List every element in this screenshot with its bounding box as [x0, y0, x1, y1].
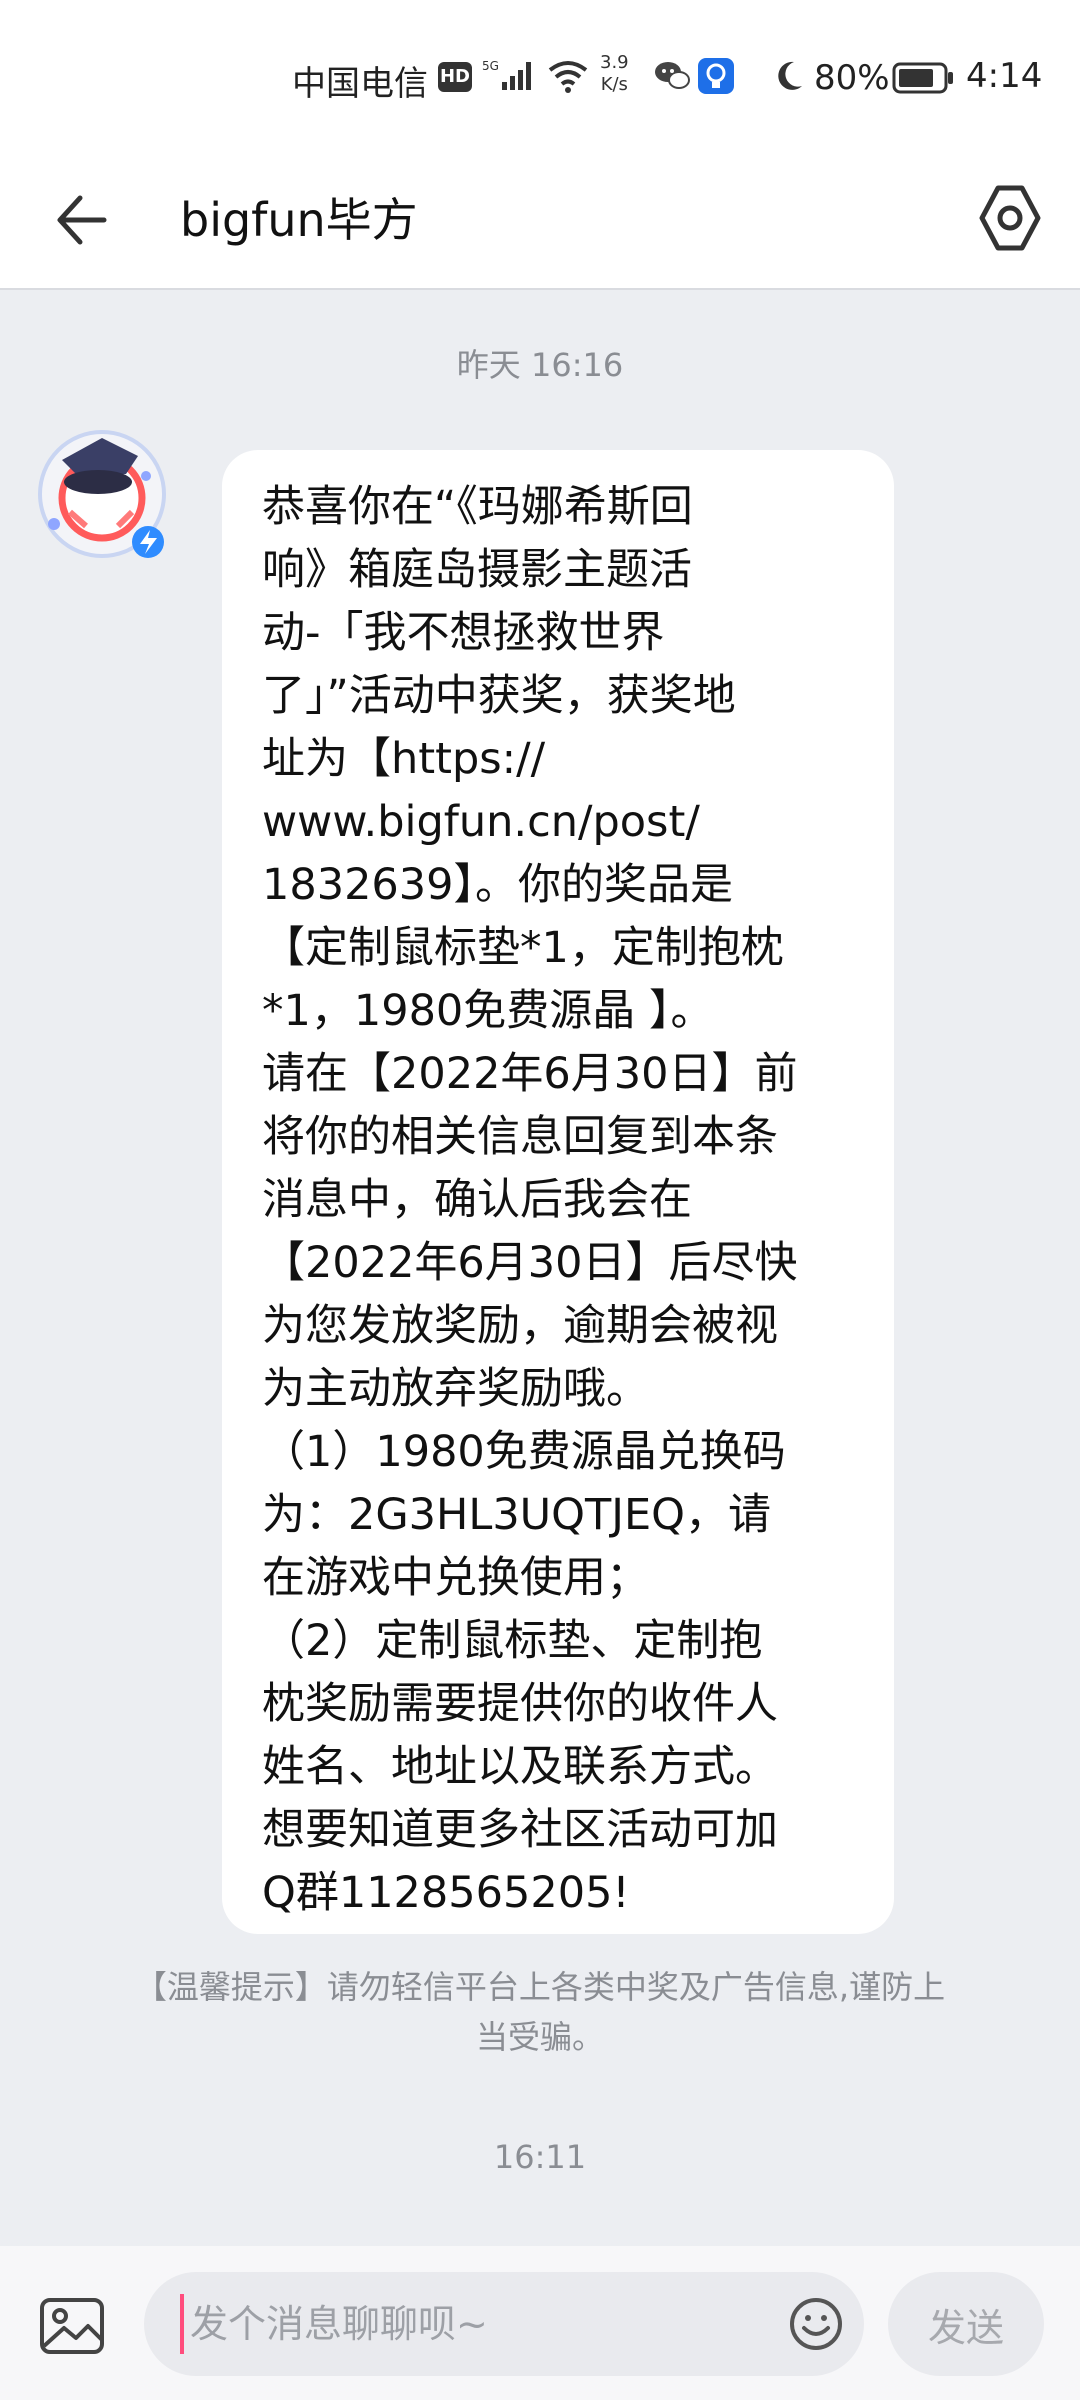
message-line: 将你的相关信息回复到本条: [262, 1112, 778, 1162]
message-line: 消息中，确认后我会在: [262, 1175, 692, 1225]
battery-percent: 80%: [814, 58, 890, 98]
safety-warning-line1: 【温馨提示】请勿轻信平台上各类中奖及广告信息,谨防上: [134, 1968, 946, 2006]
settings-button[interactable]: [970, 178, 1050, 258]
safety-warning: 【温馨提示】请勿轻信平台上各类中奖及广告信息,谨防上 当受骗。: [80, 1962, 1000, 2062]
message-timestamp-bottom: 16:11: [493, 2138, 587, 2176]
message-line: 为主动放弃奖励哦。: [262, 1364, 649, 1414]
message-line: 1832639】。你的奖品是: [262, 860, 734, 910]
hd-badge: HD: [438, 62, 472, 92]
gear-icon: [979, 185, 1041, 251]
status-bar: 中国电信 HD 5G 3.9 K/s 80% 4:14: [0, 0, 1080, 160]
wifi-icon: [546, 58, 590, 98]
network-type-label: 5G: [482, 59, 499, 73]
avatar[interactable]: [28, 416, 188, 576]
message-line: （1）1980免费源晶兑换码: [262, 1427, 786, 1477]
message-line: www.bigfun.cn/post/: [262, 797, 700, 847]
do-not-disturb-icon: [772, 58, 806, 98]
message-line: 址为【https://: [262, 734, 546, 784]
battery-icon: [892, 62, 956, 98]
message-line: Q群1128565205!: [262, 1868, 630, 1918]
conversation-header: bigfun毕方: [0, 160, 1080, 290]
emoji-button[interactable]: [788, 2296, 844, 2352]
message-line: 了」”活动中获奖，获奖地: [262, 671, 736, 721]
message-line: 请在【2022年6月30日】前: [262, 1049, 798, 1099]
message-input[interactable]: [180, 2294, 740, 2354]
message-timestamp: 昨天 16:16: [456, 346, 624, 384]
smile-icon: [790, 2298, 842, 2350]
message-line: *1，1980免费源晶 】。: [262, 986, 714, 1036]
clock: 4:14: [966, 56, 1043, 96]
message-line: 【2022年6月30日】后尽快: [262, 1238, 798, 1288]
wechat-icon: [654, 60, 692, 96]
signal-icon: 5G: [482, 58, 538, 98]
message-line: 响》箱庭岛摄影主题活: [262, 545, 692, 595]
message-line: 为：2G3HL3UQTJEQ，请: [262, 1490, 771, 1540]
message-bubble[interactable]: 恭喜你在“《玛娜希斯回 响》箱庭岛摄影主题活 动-「我不想拯救世界了」”活动中获奖，…: [222, 450, 894, 1934]
app-notification-icon: [698, 58, 734, 94]
carrier-name: 中国电信: [292, 64, 428, 104]
message-line: 在游戏中兑换使用；: [262, 1553, 649, 1603]
image-icon: [40, 2298, 104, 2354]
network-speed: 3.9 K/s: [600, 52, 629, 96]
message-line: 恭喜你在“《玛娜希斯回: [262, 482, 693, 532]
network-speed-value: 3.9: [600, 52, 629, 73]
safety-warning-line2: 当受骗。: [475, 2018, 604, 2056]
message-line: 为您发放奖励，逾期会被视: [262, 1301, 778, 1351]
message-line: 姓名、地址以及联系方式。: [262, 1742, 778, 1792]
back-arrow-icon: [57, 195, 107, 245]
network-speed-unit: K/s: [600, 74, 628, 95]
message-line: 动-「我不想拯救世界: [262, 608, 665, 658]
message-input-container[interactable]: [144, 2272, 864, 2376]
message-line: 想要知道更多社区活动可加: [262, 1805, 778, 1855]
contact-name: bigfun毕方: [180, 193, 418, 247]
message-line: （2）定制鼠标垫、定制抱: [262, 1616, 763, 1666]
message-line: 【定制鼠标垫*1，定制抱枕: [262, 923, 784, 973]
back-button[interactable]: [48, 180, 128, 260]
message-composer: 发送: [0, 2246, 1080, 2400]
send-button[interactable]: 发送: [888, 2272, 1044, 2376]
image-button[interactable]: [36, 2290, 108, 2362]
message-line: 枕奖励需要提供你的收件人: [262, 1679, 778, 1729]
